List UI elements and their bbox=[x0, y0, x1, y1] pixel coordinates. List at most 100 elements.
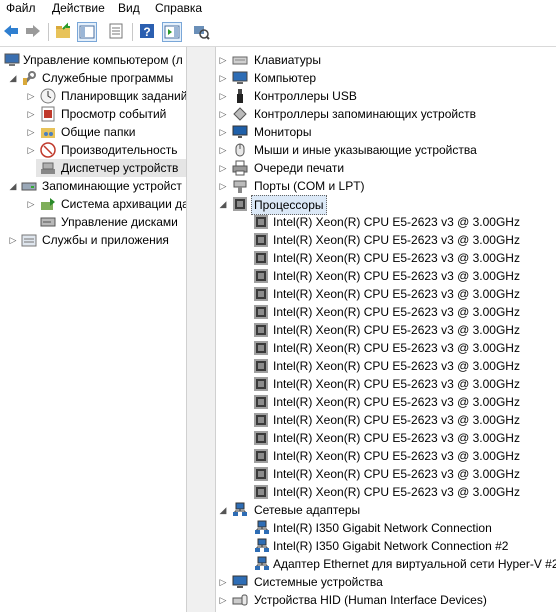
processor-item[interactable]: Intel(R) Xeon(R) CPU E5-2623 v3 @ 3.00GH… bbox=[216, 411, 556, 429]
device-category-network-adapters[interactable]: ◢ Сетевые адаптеры bbox=[216, 501, 556, 519]
collapse-icon[interactable]: ◢ bbox=[8, 181, 18, 191]
tree-label: Диспетчер устройств bbox=[61, 161, 179, 175]
expand-icon[interactable]: ▷ bbox=[218, 91, 228, 101]
device-category-mice[interactable]: ▷ Мыши и иные указывающие устройства bbox=[216, 141, 556, 159]
shared-folder-icon bbox=[41, 128, 55, 138]
processor-icon bbox=[254, 341, 268, 355]
processor-item[interactable]: Intel(R) Xeon(R) CPU E5-2623 v3 @ 3.00GH… bbox=[216, 447, 556, 465]
collapse-icon[interactable]: ◢ bbox=[8, 73, 18, 83]
processor-item[interactable]: Intel(R) Xeon(R) CPU E5-2623 v3 @ 3.00GH… bbox=[216, 213, 556, 231]
device-category-storage-controllers[interactable]: ▷ Контроллеры запоминающих устройств bbox=[216, 105, 556, 123]
processor-label: Intel(R) Xeon(R) CPU E5-2623 v3 @ 3.00GH… bbox=[273, 215, 520, 229]
device-label: Компьютер bbox=[254, 71, 317, 85]
device-label: Сетевые адаптеры bbox=[254, 503, 361, 517]
properties-button[interactable] bbox=[107, 22, 127, 42]
services-icon bbox=[21, 234, 37, 247]
device-category-keyboards[interactable]: ▷ Клавиатуры bbox=[216, 51, 556, 69]
expand-icon[interactable]: ▷ bbox=[218, 127, 228, 137]
device-category-usb[interactable]: ▷ Контроллеры USB bbox=[216, 87, 556, 105]
tree-item-computer-management[interactable]: Управление компьютером (л bbox=[0, 51, 186, 69]
show-action-pane-button[interactable] bbox=[162, 22, 182, 42]
tree-item-system-tools[interactable]: ◢ Служебные программы bbox=[0, 69, 186, 87]
tree-label: Общие папки bbox=[61, 125, 136, 139]
tree-label: Планировщик заданий bbox=[61, 89, 186, 103]
processor-item[interactable]: Intel(R) Xeon(R) CPU E5-2623 v3 @ 3.00GH… bbox=[216, 339, 556, 357]
processor-item[interactable]: Intel(R) Xeon(R) CPU E5-2623 v3 @ 3.00GH… bbox=[216, 285, 556, 303]
expand-icon[interactable]: ▷ bbox=[218, 163, 228, 173]
expand-icon[interactable]: ▷ bbox=[26, 127, 36, 137]
processor-icon bbox=[254, 287, 268, 301]
processor-item[interactable]: Intel(R) Xeon(R) CPU E5-2623 v3 @ 3.00GH… bbox=[216, 303, 556, 321]
processor-item[interactable]: Intel(R) Xeon(R) CPU E5-2623 v3 @ 3.00GH… bbox=[216, 393, 556, 411]
network-adapter-item[interactable]: Адаптер Ethernet для виртуальной сети Hy… bbox=[216, 555, 556, 573]
tree-item-shared-folders[interactable]: ▷ Общие папки bbox=[0, 123, 186, 141]
network-adapter-item[interactable]: Intel(R) I350 Gigabit Network Connection… bbox=[216, 537, 556, 555]
tree-item-services-apps[interactable]: ▷ Службы и приложения bbox=[0, 231, 186, 249]
device-category-processors[interactable]: ◢ Процессоры bbox=[216, 195, 556, 215]
collapse-icon[interactable]: ◢ bbox=[218, 199, 228, 209]
processor-item[interactable]: Intel(R) Xeon(R) CPU E5-2623 v3 @ 3.00GH… bbox=[216, 357, 556, 375]
menu-file[interactable]: Файл bbox=[6, 1, 36, 15]
collapse-icon[interactable]: ◢ bbox=[218, 505, 228, 515]
expand-icon[interactable]: ▷ bbox=[26, 109, 36, 119]
expand-icon[interactable]: ▷ bbox=[218, 145, 228, 155]
forward-button[interactable] bbox=[24, 22, 44, 42]
menu-help[interactable]: Справка bbox=[155, 1, 202, 15]
expand-icon[interactable]: ▷ bbox=[218, 55, 228, 65]
processor-item[interactable]: Intel(R) Xeon(R) CPU E5-2623 v3 @ 3.00GH… bbox=[216, 267, 556, 285]
up-folder-button[interactable] bbox=[54, 22, 74, 42]
menu-view[interactable]: Вид bbox=[118, 1, 140, 15]
processor-icon bbox=[254, 431, 268, 445]
processor-item[interactable]: Intel(R) Xeon(R) CPU E5-2623 v3 @ 3.00GH… bbox=[216, 321, 556, 339]
network-adapter-item[interactable]: Intel(R) I350 Gigabit Network Connection bbox=[216, 519, 556, 537]
device-category-hid[interactable]: ▷ Устройства HID (Human Interface Device… bbox=[216, 591, 556, 609]
expand-icon[interactable]: ▷ bbox=[26, 91, 36, 101]
processor-item[interactable]: Intel(R) Xeon(R) CPU E5-2623 v3 @ 3.00GH… bbox=[216, 375, 556, 393]
processor-label: Intel(R) Xeon(R) CPU E5-2623 v3 @ 3.00GH… bbox=[273, 323, 520, 337]
tree-item-backup[interactable]: ▷ Система архивации да bbox=[0, 195, 186, 213]
scan-hardware-button[interactable] bbox=[192, 22, 212, 42]
forward-icon bbox=[26, 25, 40, 37]
processor-item[interactable]: Intel(R) Xeon(R) CPU E5-2623 v3 @ 3.00GH… bbox=[216, 483, 556, 501]
tree-label: Управление дисками bbox=[61, 215, 178, 229]
network-adapter-icon bbox=[233, 502, 247, 516]
tree-label: Производительность bbox=[61, 143, 178, 157]
help-button[interactable]: ? bbox=[138, 22, 158, 42]
device-category-monitors[interactable]: ▷ Мониторы bbox=[216, 123, 556, 141]
expand-icon[interactable]: ▷ bbox=[8, 235, 18, 245]
tree-item-event-viewer[interactable]: ▷ Просмотр событий bbox=[0, 105, 186, 123]
processor-item[interactable]: Intel(R) Xeon(R) CPU E5-2623 v3 @ 3.00GH… bbox=[216, 249, 556, 267]
pane-splitter[interactable] bbox=[186, 47, 216, 612]
menu-action[interactable]: Действие bbox=[52, 1, 105, 15]
processor-item[interactable]: Intel(R) Xeon(R) CPU E5-2623 v3 @ 3.00GH… bbox=[216, 429, 556, 447]
processor-item[interactable]: Intel(R) Xeon(R) CPU E5-2623 v3 @ 3.00GH… bbox=[216, 465, 556, 483]
expand-icon[interactable]: ▷ bbox=[26, 199, 36, 209]
expand-icon[interactable]: ▷ bbox=[218, 109, 228, 119]
expand-icon[interactable]: ▷ bbox=[218, 73, 228, 83]
processor-icon bbox=[254, 359, 268, 373]
tree-item-performance[interactable]: ▷ Производительность bbox=[0, 141, 186, 159]
tree-item-device-manager[interactable]: Диспетчер устройств bbox=[36, 159, 186, 177]
device-label: Устройства HID (Human Interface Devices) bbox=[254, 593, 487, 607]
tree-item-storage[interactable]: ◢ Запоминающие устройст bbox=[0, 177, 186, 195]
processor-item[interactable]: Intel(R) Xeon(R) CPU E5-2623 v3 @ 3.00GH… bbox=[216, 231, 556, 249]
show-hide-tree-button[interactable] bbox=[77, 22, 97, 42]
expand-icon[interactable]: ▷ bbox=[218, 595, 228, 605]
monitor-icon bbox=[232, 125, 248, 138]
network-adapter-icon bbox=[255, 538, 269, 552]
device-category-system-devices[interactable]: ▷ Системные устройства bbox=[216, 573, 556, 591]
processor-label: Intel(R) Xeon(R) CPU E5-2623 v3 @ 3.00GH… bbox=[273, 377, 520, 391]
processor-icon bbox=[254, 377, 268, 391]
expand-icon[interactable]: ▷ bbox=[218, 181, 228, 191]
device-tree: ▷ Клавиатуры ▷ Компьютер ▷ Контроллеры U… bbox=[216, 47, 556, 612]
tree-item-disk-management[interactable]: Управление дисками bbox=[0, 213, 186, 231]
toolbar-separator bbox=[132, 23, 133, 41]
device-category-print-queues[interactable]: ▷ Очереди печати bbox=[216, 159, 556, 177]
device-category-ports[interactable]: ▷ Порты (COM и LPT) bbox=[216, 177, 556, 195]
processor-label: Intel(R) Xeon(R) CPU E5-2623 v3 @ 3.00GH… bbox=[273, 395, 520, 409]
back-button[interactable] bbox=[2, 22, 22, 42]
device-category-computer[interactable]: ▷ Компьютер bbox=[216, 69, 556, 87]
tree-item-task-scheduler[interactable]: ▷ Планировщик заданий bbox=[0, 87, 186, 105]
expand-icon[interactable]: ▷ bbox=[218, 577, 228, 587]
expand-icon[interactable]: ▷ bbox=[26, 145, 36, 155]
